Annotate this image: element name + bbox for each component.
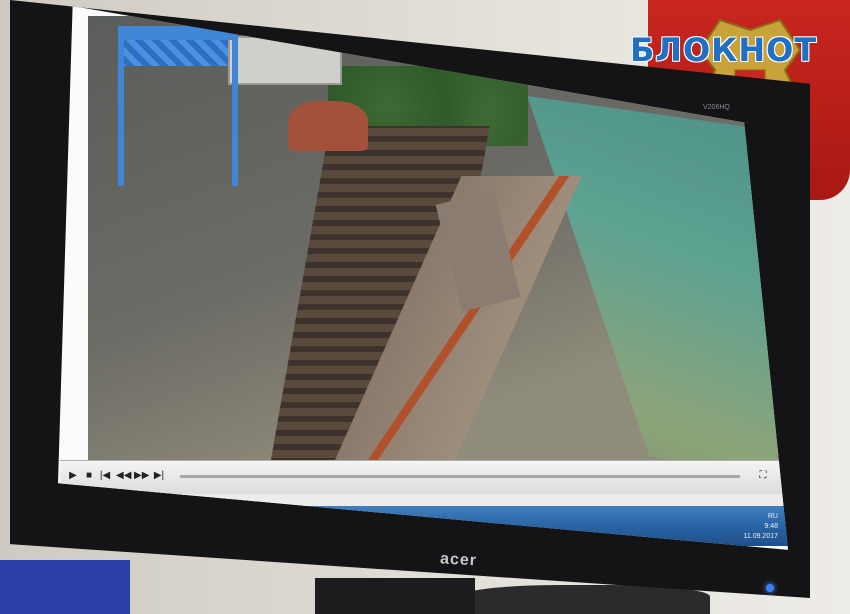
tray-date: 11.09.2017: [743, 533, 778, 540]
rewind-icon[interactable]: ◀◀: [116, 469, 131, 483]
app-icon[interactable]: ▦: [224, 514, 246, 536]
monitor-stand: [315, 578, 475, 614]
stop-icon[interactable]: ■: [82, 469, 96, 483]
app-icon[interactable]: ▦: [172, 514, 194, 536]
screen: ▶ ■ |◀ ◀◀ ▶▶ ▶| ⛶ Воспроизведение ⊞ e ▤ …: [58, 6, 788, 550]
ie-icon[interactable]: e: [94, 514, 116, 536]
next-icon[interactable]: ▶|: [152, 469, 166, 483]
previous-icon[interactable]: |◀: [98, 469, 112, 483]
blue-flag: [0, 560, 130, 614]
gantry-crane: [118, 26, 238, 186]
shipyard-building: [228, 36, 342, 85]
fullscreen-icon[interactable]: ⛶: [756, 469, 770, 483]
brand-logo: acer: [439, 550, 478, 570]
folder-icon[interactable]: ▤: [120, 514, 142, 536]
tray-time: 9:48: [764, 523, 778, 530]
media-player-icon[interactable]: ▶: [146, 514, 168, 536]
desk-object: [460, 585, 710, 614]
system-tray[interactable]: RU 9:48 11.09.2017: [688, 512, 778, 542]
player-title: Воспроизведение: [70, 496, 128, 503]
forward-icon[interactable]: ▶▶: [134, 469, 149, 483]
power-led-icon[interactable]: [766, 584, 774, 592]
ship-bow: [288, 101, 368, 151]
player-controls: ▶ ■ |◀ ◀◀ ▶▶ ▶| ⛶: [60, 460, 788, 495]
app-icon[interactable]: ▦: [198, 514, 220, 536]
watermark-logo: БЛОКНОТ: [630, 31, 818, 69]
seek-bar[interactable]: [180, 475, 740, 478]
play-icon[interactable]: ▶: [66, 469, 80, 483]
taskbar: ⊞ e ▤ ▶ ▦ ▦ ▦ RU 9:48 11.09.2017: [60, 506, 788, 546]
tray-language[interactable]: RU: [688, 512, 778, 522]
player-status-bar: Воспроизведение: [60, 494, 788, 506]
video-frame[interactable]: [88, 16, 788, 506]
model-label: V206HQ: [703, 104, 730, 111]
start-button[interactable]: ⊞: [66, 514, 88, 536]
monitor-bezel: ▶ ■ |◀ ◀◀ ▶▶ ▶| ⛶ Воспроизведение ⊞ e ▤ …: [10, 0, 810, 598]
